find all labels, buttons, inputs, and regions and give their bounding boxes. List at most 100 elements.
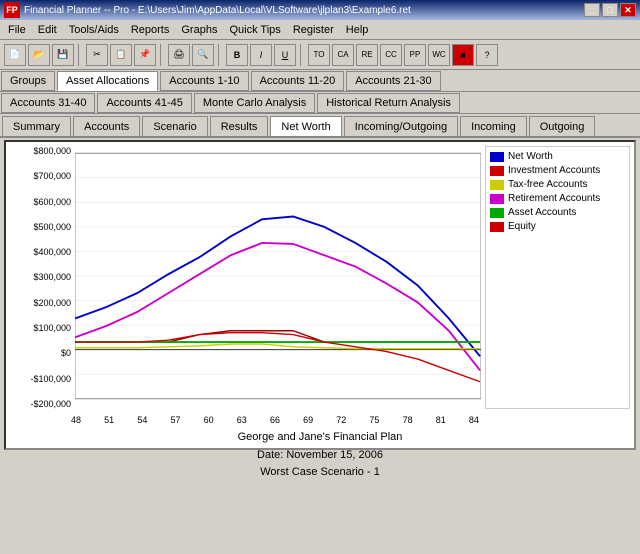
minimize-button[interactable]: _ [584,3,600,17]
menu-edit[interactable]: Edit [32,22,63,38]
tb-btn5[interactable]: PP [404,44,426,66]
legend-label-equity: Equity [508,221,536,232]
nav-accounts-1-10[interactable]: Accounts 1-10 [160,71,248,91]
tb-new[interactable]: 📄 [4,44,26,66]
menu-graphs[interactable]: Graphs [175,22,223,38]
maximize-button[interactable]: □ [602,3,618,17]
y-label-600k: $600,000 [10,197,71,207]
menu-file[interactable]: File [2,22,32,38]
y-label-200k: $200,000 [10,298,71,308]
tab-scenario[interactable]: Scenario [142,116,207,136]
x-label-51: 51 [104,415,114,425]
menu-register[interactable]: Register [287,22,340,38]
y-label-300k: $300,000 [10,272,71,282]
x-label-69: 69 [303,415,313,425]
tb-italic[interactable]: I [250,44,272,66]
y-label-800k: $800,000 [10,146,71,156]
x-label-60: 60 [204,415,214,425]
x-label-72: 72 [336,415,346,425]
tb-print[interactable]: 🖨 [168,44,190,66]
main-content: $800,000 $700,000 $600,000 $500,000 $400… [4,140,636,450]
tb-save[interactable]: 💾 [52,44,74,66]
tb-preview[interactable]: 🔍 [192,44,214,66]
y-label-neg100k: -$100,000 [10,374,71,384]
legend: Net Worth Investment Accounts Tax-free A… [485,146,630,409]
nav-monte-carlo[interactable]: Monte Carlo Analysis [194,93,315,113]
close-button[interactable]: ✕ [620,3,636,17]
menu-help[interactable]: Help [340,22,375,38]
tab-accounts[interactable]: Accounts [73,116,140,136]
x-label-66: 66 [270,415,280,425]
nav-historical-return[interactable]: Historical Return Analysis [317,93,460,113]
window-title: Financial Planner -- Pro - E:\Users\Jim\… [24,5,411,16]
tb-sep1 [78,44,82,66]
legend-retirement: Retirement Accounts [490,193,625,204]
tab-incoming[interactable]: Incoming [460,116,527,136]
tb-btn6[interactable]: WC [428,44,450,66]
tb-bold[interactable]: B [226,44,248,66]
y-label-400k: $400,000 [10,247,71,257]
legend-color-investment [490,166,504,176]
tab-row: Summary Accounts Scenario Results Net Wo… [0,114,640,138]
tb-paste[interactable]: 📌 [134,44,156,66]
chart-and-legend: Net Worth Investment Accounts Tax-free A… [75,146,630,409]
x-label-57: 57 [170,415,180,425]
legend-taxfree: Tax-free Accounts [490,179,625,190]
legend-label-asset: Asset Accounts [508,207,576,218]
y-label-0: $0 [10,348,71,358]
legend-label-taxfree: Tax-free Accounts [508,179,587,190]
app-icon: FP [4,2,20,18]
legend-equity: Equity [490,221,625,232]
tb-sep4 [300,44,304,66]
nav-accounts-31-40[interactable]: Accounts 31-40 [1,93,95,113]
nav-groups[interactable]: Groups [1,71,55,91]
tb-open[interactable]: 📂 [28,44,50,66]
tb-btn1[interactable]: TO [308,44,330,66]
tb-btn7[interactable]: ■ [452,44,474,66]
x-label-75: 75 [369,415,379,425]
nav-row-1: Groups Asset Allocations Accounts 1-10 A… [0,70,640,92]
tb-btn4[interactable]: CC [380,44,402,66]
tab-outgoing[interactable]: Outgoing [529,116,596,136]
y-label-700k: $700,000 [10,171,71,181]
tb-btn3[interactable]: RE [356,44,378,66]
legend-color-net-worth [490,152,504,162]
y-label-100k: $100,000 [10,323,71,333]
tb-btn2[interactable]: CA [332,44,354,66]
legend-color-retirement [490,194,504,204]
legend-net-worth: Net Worth [490,151,625,162]
tab-results[interactable]: Results [210,116,269,136]
tb-cut[interactable]: ✂ [86,44,108,66]
nav-accounts-11-20[interactable]: Accounts 11-20 [251,71,345,91]
tab-incoming-outgoing[interactable]: Incoming/Outgoing [344,116,458,136]
nav-accounts-21-30[interactable]: Accounts 21-30 [346,71,440,91]
chart-area: $800,000 $700,000 $600,000 $500,000 $400… [6,142,634,413]
x-label-78: 78 [403,415,413,425]
menu-tools[interactable]: Tools/Aids [63,22,125,38]
window-controls: _ □ ✕ [584,3,636,17]
tb-underline[interactable]: U [274,44,296,66]
x-label-54: 54 [137,415,147,425]
legend-color-taxfree [490,180,504,190]
nav-accounts-41-45[interactable]: Accounts 41-45 [97,93,191,113]
toolbar: 📄 📂 💾 ✂ 📋 📌 🖨 🔍 B I U TO CA RE CC PP WC … [0,40,640,70]
menu-reports[interactable]: Reports [125,22,176,38]
menu-bar: File Edit Tools/Aids Reports Graphs Quic… [0,20,640,40]
x-label-63: 63 [237,415,247,425]
chart-footer: George and Jane's Financial Plan Date: N… [6,425,634,486]
tb-copy[interactable]: 📋 [110,44,132,66]
nav-asset-allocations[interactable]: Asset Allocations [57,71,158,91]
menu-quicktips[interactable]: Quick Tips [223,22,286,38]
legend-label-investment: Investment Accounts [508,165,600,176]
tab-net-worth[interactable]: Net Worth [270,116,341,136]
tab-summary[interactable]: Summary [2,116,71,136]
y-label-500k: $500,000 [10,222,71,232]
legend-investment: Investment Accounts [490,165,625,176]
tb-sep2 [160,44,164,66]
legend-label-net-worth: Net Worth [508,151,553,162]
legend-color-asset [490,208,504,218]
footer-line2: Date: November 15, 2006 [10,447,630,465]
x-axis: 48 51 54 57 60 63 66 69 72 75 78 81 84 [6,413,634,425]
legend-color-equity [490,222,504,232]
tb-help[interactable]: ? [476,44,498,66]
